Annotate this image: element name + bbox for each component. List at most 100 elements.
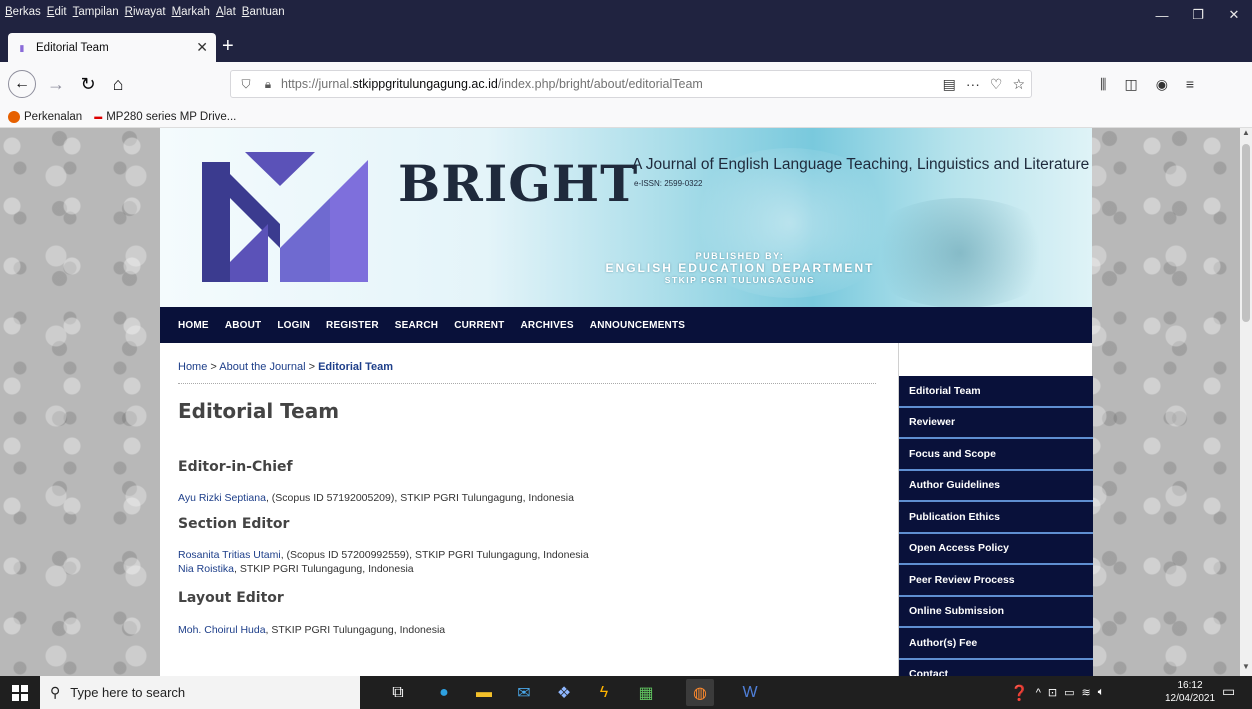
- member-entry: Nia Roistika, STKIP PGRI Tulungagung, In…: [178, 563, 414, 575]
- section-title: Editor-in-Chief: [178, 459, 293, 475]
- page-viewport: BRIGHT A Journal of English Language Tea…: [0, 128, 1240, 676]
- member-link[interactable]: Moh. Choirul Huda: [178, 624, 266, 636]
- shield-icon[interactable]: ⛉: [237, 77, 255, 92]
- bookmark-label: MP280 series MP Drive...: [106, 110, 237, 123]
- journal-title: BRIGHT: [398, 154, 639, 213]
- journal-issn: e-ISSN: 2599-0322: [634, 179, 703, 188]
- battery-icon[interactable]: ▭: [1064, 686, 1074, 699]
- canon-icon: ▬: [94, 112, 103, 121]
- page-title: Editorial Team: [178, 399, 340, 423]
- bookmark-label: Perkenalan: [24, 110, 83, 123]
- nav-login[interactable]: LOGIN: [277, 320, 310, 331]
- system-tray: ❓ ^ ⊡ ▭ ≋ 🔈︎: [1010, 676, 1104, 709]
- breadcrumb-about[interactable]: About the Journal: [219, 361, 305, 373]
- sidebar-item-editorial-team[interactable]: Editorial Team: [899, 376, 1093, 408]
- close-tab-icon[interactable]: ✕: [196, 39, 208, 56]
- back-icon[interactable]: ←: [8, 70, 36, 98]
- scroll-down-icon[interactable]: ▼: [1240, 662, 1252, 676]
- wifi-icon[interactable]: ≋: [1081, 686, 1090, 699]
- nav-search[interactable]: SEARCH: [395, 320, 438, 331]
- volume-icon[interactable]: 🔈︎: [1098, 686, 1105, 699]
- nav-announcements[interactable]: ANNOUNCEMENTS: [590, 320, 685, 331]
- breadcrumb-home[interactable]: Home: [178, 361, 207, 373]
- close-window-icon[interactable]: ✕: [1216, 0, 1252, 30]
- more-actions-icon[interactable]: ···: [966, 76, 980, 93]
- menu-edit[interactable]: Edit: [47, 6, 67, 18]
- member-link[interactable]: Nia Roistika: [178, 563, 234, 575]
- bookmark-perkenalan[interactable]: Perkenalan: [8, 110, 83, 123]
- member-link[interactable]: Ayu Rizki Septiana: [178, 492, 266, 504]
- page-scrollbar[interactable]: ▲ ▼: [1240, 128, 1252, 676]
- clock[interactable]: 16:12 12/04/2021: [1160, 679, 1220, 705]
- section-title: Section Editor: [178, 516, 290, 532]
- dropbox-icon[interactable]: ❖: [550, 679, 578, 706]
- tab-editorial-team[interactable]: ▮ Editorial Team ✕: [8, 33, 216, 62]
- firefox-taskbar-icon[interactable]: ◍: [686, 679, 714, 706]
- account-icon[interactable]: ◉: [1156, 76, 1168, 93]
- sidebar-item-online-submission[interactable]: Online Submission: [899, 596, 1093, 628]
- member-link[interactable]: Rosanita Tritias Utami: [178, 549, 281, 561]
- library-icon[interactable]: ⫼: [1100, 76, 1106, 93]
- sidebar-item-publication-ethics[interactable]: Publication Ethics: [899, 502, 1093, 534]
- menu-bookmarks[interactable]: Markah: [172, 6, 210, 18]
- scroll-up-icon[interactable]: ▲: [1240, 128, 1252, 142]
- reload-icon[interactable]: ↻: [74, 70, 102, 98]
- edge-icon[interactable]: ●: [430, 679, 458, 706]
- nav-register[interactable]: REGISTER: [326, 320, 379, 331]
- excel-icon[interactable]: ▦: [632, 679, 660, 706]
- app-icon[interactable]: ϟ: [590, 679, 618, 706]
- address-bar[interactable]: ⛉ 🔒︎ https://jurnal.stkippgritulungagung…: [230, 70, 1032, 98]
- taskbar-search[interactable]: ⚲ Type here to search: [40, 676, 360, 709]
- windows-start-icon[interactable]: [0, 676, 40, 709]
- menu-file[interactable]: Berkas: [5, 6, 41, 18]
- nav-home[interactable]: HOME: [178, 320, 209, 331]
- network-icon[interactable]: ⊡: [1048, 686, 1057, 699]
- journal-banner: BRIGHT A Journal of English Language Tea…: [160, 128, 1092, 307]
- home-icon[interactable]: ⌂: [104, 70, 132, 98]
- help-icon[interactable]: ❓: [1010, 684, 1029, 702]
- minimize-icon[interactable]: —: [1144, 0, 1180, 30]
- sidebar-item-peer-review[interactable]: Peer Review Process: [899, 565, 1093, 597]
- bookmarks-bar: Perkenalan ▬ MP280 series MP Drive...: [0, 106, 1252, 128]
- nav-archives[interactable]: ARCHIVES: [521, 320, 574, 331]
- lock-icon[interactable]: 🔒︎: [259, 77, 277, 92]
- menu-bar: Berkas Edit Tampilan Riwayat Markah Alat…: [0, 0, 1252, 30]
- forward-icon[interactable]: →: [42, 70, 70, 98]
- bookmark-mp280[interactable]: ▬ MP280 series MP Drive...: [94, 111, 236, 123]
- pocket-icon[interactable]: ♡: [990, 76, 1003, 93]
- journal-nav: HOME ABOUT LOGIN REGISTER SEARCH CURRENT…: [160, 307, 1092, 343]
- show-hidden-icons-icon[interactable]: ^: [1036, 687, 1041, 699]
- scroll-thumb[interactable]: [1242, 144, 1250, 322]
- sidebar-item-focus-scope[interactable]: Focus and Scope: [899, 439, 1093, 471]
- menu-help[interactable]: Bantuan: [242, 6, 285, 18]
- menu-tools[interactable]: Alat: [216, 6, 236, 18]
- nav-about[interactable]: ABOUT: [225, 320, 262, 331]
- navigation-toolbar: ← → ↻ ⌂ ⛉ 🔒︎ https://jurnal.stkippgritul…: [0, 62, 1252, 106]
- sidebar-item-contact[interactable]: Contact: [899, 659, 1093, 676]
- menu-history[interactable]: Riwayat: [125, 6, 166, 18]
- sidebar-item-author-fee[interactable]: Author(s) Fee: [899, 628, 1093, 660]
- sidebar-item-open-access[interactable]: Open Access Policy: [899, 533, 1093, 565]
- sidebar-item-reviewer[interactable]: Reviewer: [899, 407, 1093, 439]
- breadcrumb-current[interactable]: Editorial Team: [318, 361, 393, 373]
- publisher-block: PUBLISHED BY: ENGLISH EDUCATION DEPARTME…: [575, 251, 905, 285]
- mail-icon[interactable]: ✉: [510, 679, 538, 706]
- institution-label: STKIP PGRI TULUNGAGUNG: [664, 275, 816, 285]
- word-icon[interactable]: W: [736, 679, 764, 706]
- bookmark-star-icon[interactable]: ☆: [1012, 76, 1025, 93]
- sidebar: Editorial Team Reviewer Focus and Scope …: [898, 343, 1093, 676]
- hamburger-menu-icon[interactable]: ≡: [1186, 76, 1194, 93]
- new-tab-icon[interactable]: +: [222, 36, 234, 56]
- menu-view[interactable]: Tampilan: [73, 6, 119, 18]
- sidebar-item-author-guidelines[interactable]: Author Guidelines: [899, 470, 1093, 502]
- firefox-icon: [8, 110, 20, 123]
- reader-view-icon[interactable]: ▤: [943, 76, 956, 93]
- member-entry: Rosanita Tritias Utami, (Scopus ID 57200…: [178, 549, 589, 561]
- sidebar-toggle-icon[interactable]: ◫: [1124, 76, 1137, 93]
- nav-current[interactable]: CURRENT: [454, 320, 504, 331]
- url-text[interactable]: https://jurnal.stkippgritulungagung.ac.i…: [281, 77, 943, 91]
- file-explorer-icon[interactable]: ▬: [470, 679, 498, 706]
- task-view-icon[interactable]: ⧉: [384, 679, 412, 706]
- notifications-icon[interactable]: ▭: [1222, 683, 1235, 700]
- restore-icon[interactable]: ❐: [1180, 0, 1216, 30]
